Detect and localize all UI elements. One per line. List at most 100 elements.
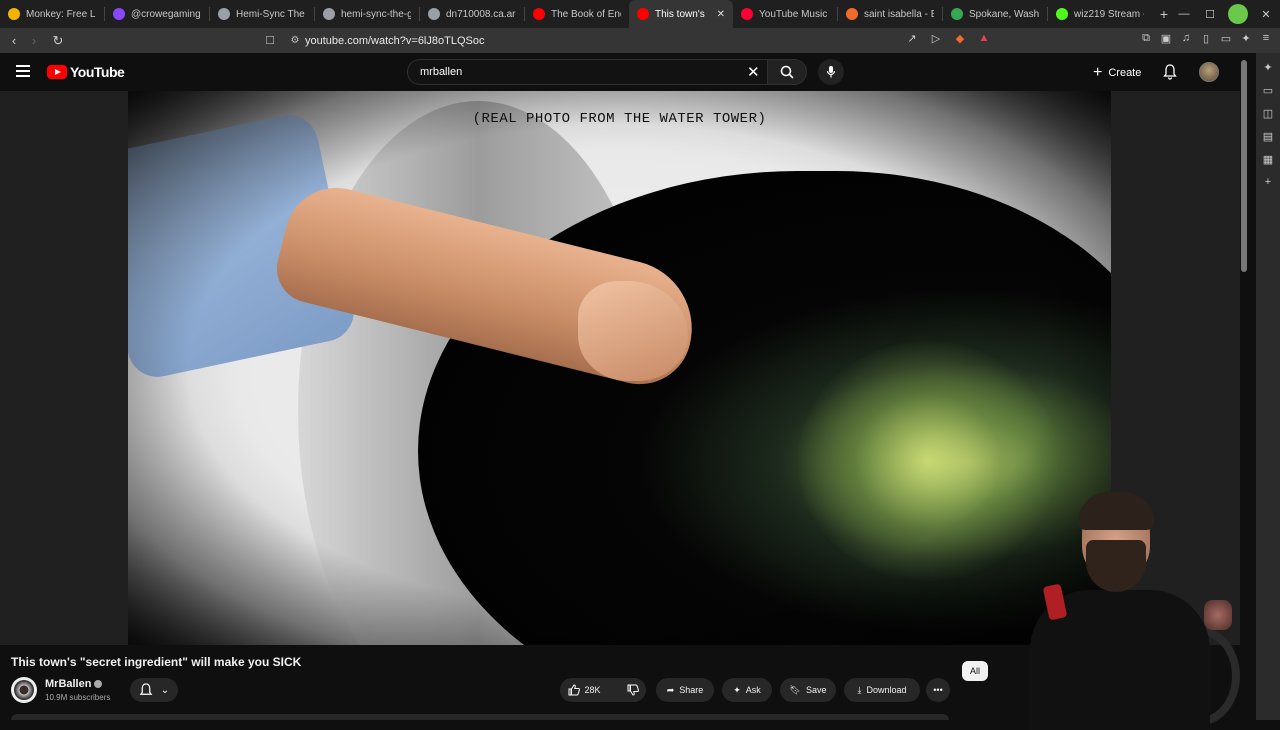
brave-rewards-icon[interactable]: ▲ (977, 32, 991, 48)
share-button[interactable]: ➦ Share (656, 678, 714, 702)
subscription-notification-button[interactable]: ⌄ (130, 678, 178, 702)
sidebar-toggle-icon[interactable]: ▯ (1200, 32, 1212, 48)
profile-extension-icon[interactable] (1228, 4, 1248, 24)
address-tools: ↗ ▷ ◆ ▲ (905, 32, 991, 48)
reading-list-icon[interactable]: ▭ (1263, 84, 1273, 97)
search-button[interactable] (767, 59, 807, 85)
channel-avatar[interactable] (11, 677, 37, 703)
back-icon[interactable]: ‹ (4, 33, 24, 48)
browser-tab[interactable]: dn710008.ca.arch (420, 0, 524, 28)
verified-icon (94, 680, 103, 688)
leo-icon[interactable]: ✦ (1240, 32, 1252, 48)
bookmarks-icon[interactable]: ▤ (1263, 130, 1273, 143)
save-button[interactable]: 🔖︎ Save (780, 678, 836, 702)
reload-icon[interactable]: ↻ (48, 33, 68, 49)
download-label: Download (866, 685, 907, 695)
tab-label: Hemi-Sync The Ga (236, 8, 306, 20)
sparkle-icon: ✦ (733, 684, 741, 695)
video-title: This town's "secret ingredient" will mak… (11, 655, 302, 669)
page-scrollbar[interactable] (1241, 60, 1247, 272)
download-button[interactable]: ⤓ Download (844, 678, 920, 702)
add-panel-icon[interactable]: + (1265, 176, 1271, 188)
kick-icon (1056, 8, 1068, 20)
tab-label: Spokane, Washin (969, 8, 1039, 20)
close-window-icon[interactable]: ✕ (1258, 8, 1274, 21)
cast-icon[interactable]: ▷ (929, 32, 943, 48)
like-dislike-group: 28K (560, 678, 646, 702)
save-label: Save (805, 685, 827, 695)
create-button[interactable]: + Create (1093, 62, 1141, 84)
open-external-icon[interactable]: ↗ (905, 32, 919, 48)
minimize-icon[interactable]: — (1176, 8, 1192, 20)
youtube-logo[interactable]: YouTube (47, 64, 125, 80)
microphone-icon (826, 66, 836, 78)
leo-ai-icon[interactable]: ✦ (1263, 61, 1272, 74)
browser-tab-active[interactable]: This town's ✕ (629, 0, 733, 28)
channel-name: MrBallen (45, 678, 92, 690)
browser-tab[interactable]: YouTube Music (733, 0, 837, 28)
browser-tab[interactable]: wiz219 Stream - V (1048, 0, 1152, 28)
maximize-icon[interactable]: ☐ (1202, 8, 1218, 21)
site-info-icon[interactable]: ⚙ (285, 35, 305, 46)
browser-tab[interactable]: @crowegamingg (105, 0, 209, 28)
url-field[interactable]: ☐ ⚙ youtube.com/watch?v=6lJ8oTLQSoc (255, 30, 1000, 51)
browser-tab[interactable]: The Book of Enoc (525, 0, 629, 28)
download-icon: ⤓ (857, 684, 862, 695)
wallet-icon[interactable]: ▭ (1220, 32, 1232, 48)
bookmark-add-icon: 🔖︎ (789, 684, 801, 695)
bookmark-icon[interactable]: ☐ (255, 34, 285, 47)
search-icon (780, 65, 794, 79)
person-hair (1078, 492, 1154, 530)
brave-shields-icon[interactable]: ◆ (953, 32, 967, 48)
youtube-header: YouTube ✕ + Create (0, 53, 1240, 91)
ask-button[interactable]: ✦ Ask (722, 678, 772, 702)
clear-search-icon[interactable]: ✕ (747, 63, 760, 81)
subscriber-count: 10.9M subscribers (45, 693, 111, 702)
document-icon (323, 8, 335, 20)
globe-icon (428, 8, 440, 20)
extensions-icon[interactable]: ⧉ (1140, 32, 1152, 48)
notifications-bell-icon[interactable] (1163, 64, 1177, 80)
reader-mode-icon[interactable]: ▦ (1263, 153, 1273, 166)
channel-name-row[interactable]: MrBallen (45, 678, 103, 690)
menu-icon[interactable]: ≡ (1260, 32, 1272, 48)
media-icon[interactable]: ♫ (1180, 32, 1192, 48)
youtube-icon (637, 8, 649, 20)
tab-label: hemi-sync-the-ga (341, 8, 411, 20)
browser-tab[interactable]: hemi-sync-the-ga (315, 0, 419, 28)
logo-text: YouTube (70, 64, 125, 80)
tab-label: dn710008.ca.arch (446, 8, 516, 20)
maps-icon (951, 8, 963, 20)
webcam-overlay (960, 470, 1240, 730)
tab-label: @crowegamingg (131, 8, 201, 20)
browser-tab[interactable]: Hemi-Sync The Ga (210, 0, 314, 28)
bell-icon (139, 682, 153, 695)
close-tab-icon[interactable]: ✕ (717, 9, 725, 20)
thumbs-down-icon (627, 684, 639, 696)
search-bar: ✕ (407, 59, 807, 85)
plus-icon: + (1093, 64, 1103, 81)
screenshot-icon[interactable]: ▣ (1160, 32, 1172, 48)
more-horizontal-icon: ••• (933, 685, 943, 695)
hamburger-menu-icon[interactable] (16, 65, 30, 77)
browser-tab[interactable]: Spokane, Washin (943, 0, 1047, 28)
toolbar-icons: ⧉ ▣ ♫ ▯ ▭ ✦ ≡ (1140, 32, 1272, 48)
monkey-icon (8, 8, 20, 20)
dislike-button[interactable] (619, 678, 647, 702)
create-label: Create (1108, 67, 1142, 79)
history-icon[interactable]: ◫ (1263, 107, 1273, 120)
new-tab-button[interactable]: + (1152, 6, 1176, 22)
like-button[interactable]: 28K (560, 678, 609, 702)
browser-tab[interactable]: saint isabella - Br (838, 0, 942, 28)
forward-icon[interactable]: › (24, 33, 44, 48)
voice-search-button[interactable] (818, 59, 844, 85)
search-input[interactable] (407, 59, 767, 85)
account-avatar[interactable] (1199, 62, 1219, 82)
youtube-play-icon (47, 65, 67, 79)
video-caption: (REAL PHOTO FROM THE WATER TOWER) (472, 111, 767, 127)
browser-tab-bar: Monkey: Free Live @crowegamingg Hemi-Syn… (0, 0, 1280, 28)
youtube-music-icon (741, 8, 753, 20)
browser-tab[interactable]: Monkey: Free Live (0, 0, 104, 28)
brave-icon (846, 8, 858, 20)
more-actions-button[interactable]: ••• (926, 678, 950, 702)
